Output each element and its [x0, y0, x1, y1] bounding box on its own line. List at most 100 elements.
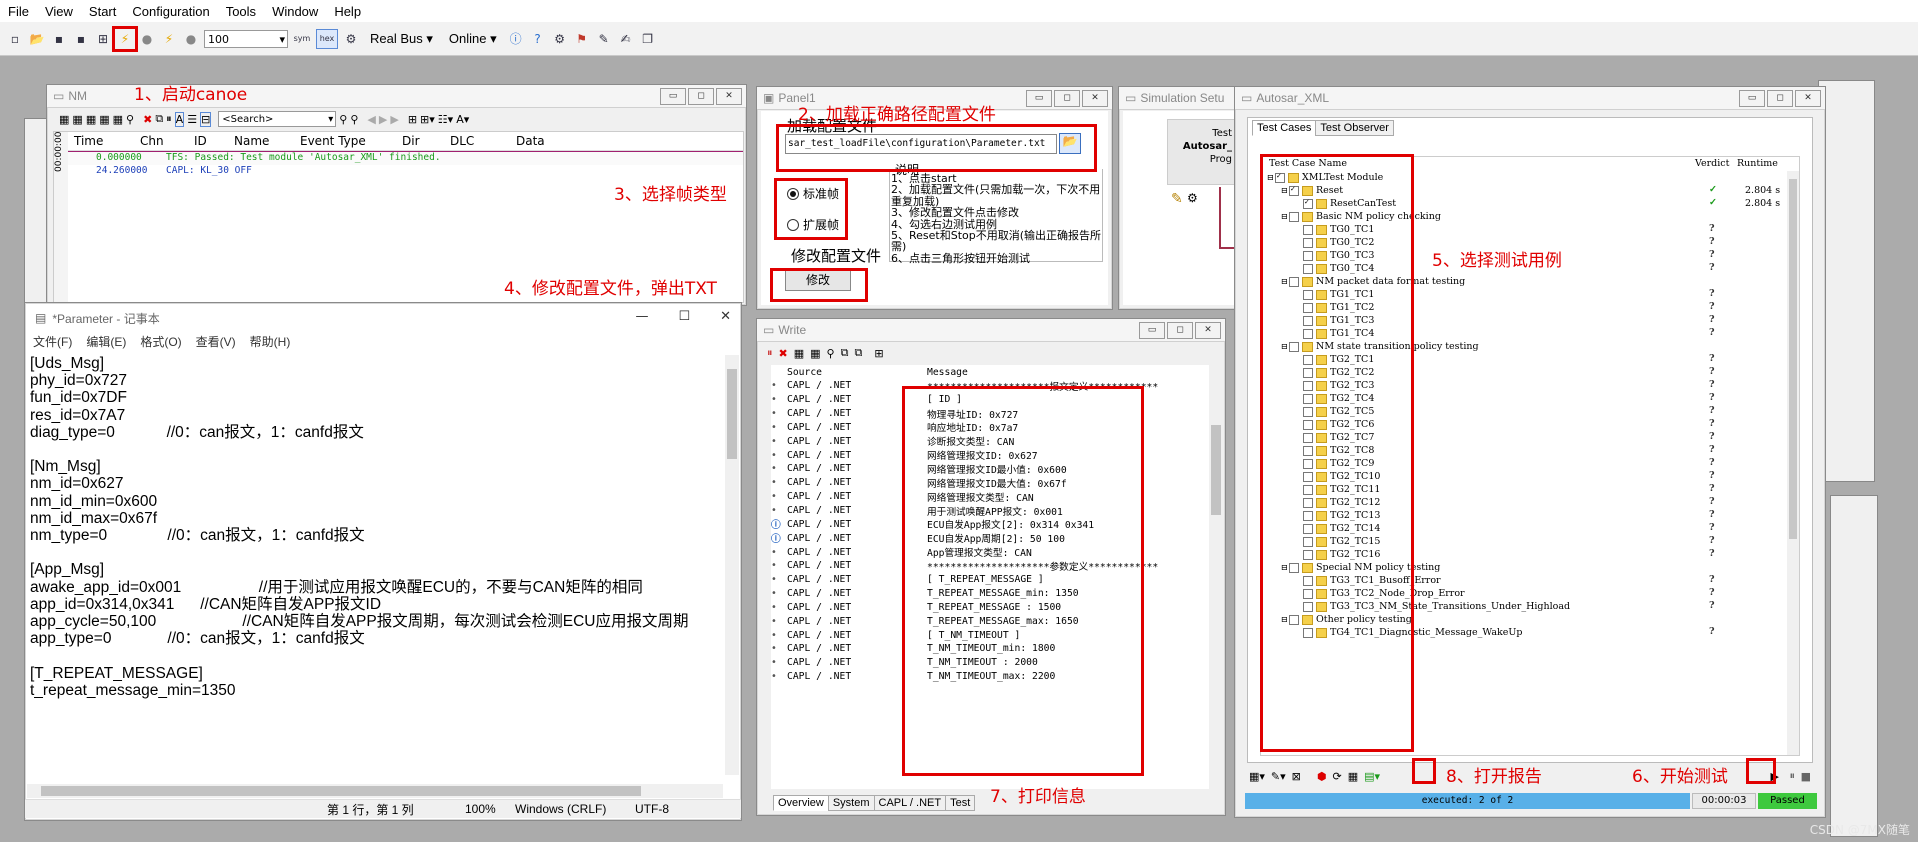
clear-icon[interactable]: ▦	[1348, 770, 1358, 783]
binoculars-icon[interactable]: ⚲	[126, 113, 134, 126]
filter-icon[interactable]: ▦▾	[1249, 770, 1265, 783]
copy-icon[interactable]: ⧉	[155, 112, 163, 126]
delete-icon[interactable]: ✖	[779, 347, 788, 360]
menu-item-view[interactable]: View	[37, 4, 81, 19]
search-input[interactable]: <Search> ▾	[218, 111, 337, 127]
pause-icon[interactable]: ⏸	[767, 346, 773, 360]
binoculars-icon[interactable]: ⚲	[827, 347, 835, 360]
filter-icon[interactable]: ▦	[86, 113, 96, 126]
close-button[interactable]: ✕	[1082, 90, 1108, 107]
nm-col-name[interactable]: Name	[228, 134, 294, 148]
find-prev-icon[interactable]: ⚲	[350, 113, 358, 126]
notepad-menu-item[interactable]: 文件(F)	[33, 333, 72, 351]
window-icon[interactable]: ❐	[639, 30, 657, 48]
start-lightning-button[interactable]: ⚡	[112, 25, 138, 52]
stop-icon[interactable]: ●	[138, 30, 156, 48]
close-button[interactable]: ✕	[1195, 322, 1221, 339]
filter-icon[interactable]: ▦	[113, 113, 123, 126]
font-icon[interactable]: A▾	[456, 113, 469, 126]
nm-col-dir[interactable]: Dir	[396, 134, 444, 148]
filter-icon[interactable]: ▦	[59, 113, 69, 126]
edit-icon[interactable]: ✍	[617, 30, 635, 48]
stop-test-button[interactable]: ■	[1801, 770, 1811, 783]
hex-button[interactable]: hex	[316, 28, 338, 49]
nm-col-id[interactable]: ID	[188, 134, 228, 148]
minimize-button[interactable]: ▭	[1026, 90, 1052, 107]
write-tab[interactable]: Test	[945, 795, 976, 811]
notepad-menu-item[interactable]: 查看(V)	[196, 333, 236, 351]
step-lightning-icon[interactable]: ⚡	[160, 30, 178, 48]
save-all-icon[interactable]: ▪	[72, 30, 90, 48]
layout-icon[interactable]: ⊞	[408, 113, 417, 126]
close-button[interactable]: ✕	[720, 309, 731, 324]
maximize-button[interactable]: ◻	[688, 88, 714, 105]
clear-icon[interactable]: ▦	[794, 347, 804, 360]
gear-icon[interactable]: ⚙	[551, 30, 569, 48]
refresh-icon[interactable]: ⟳	[1333, 770, 1342, 783]
columns-icon[interactable]: ☷▾	[438, 113, 453, 126]
menu-item-tools[interactable]: Tools	[218, 4, 264, 19]
sym-button[interactable]: sym	[292, 30, 312, 48]
write-tab[interactable]: CAPL / .NET	[873, 795, 947, 811]
maximize-button[interactable]: ◻	[1054, 90, 1080, 107]
pause-test-button[interactable]: ⏸	[1790, 769, 1796, 783]
info-icon[interactable]: ⓘ	[507, 30, 525, 48]
record-icon[interactable]: ●	[182, 30, 200, 48]
brush-icon[interactable]: ✎	[595, 30, 613, 48]
nm-col-time[interactable]: Time	[68, 134, 134, 148]
overwrite-icon[interactable]: ⊟	[200, 111, 212, 127]
online-mode-dropdown[interactable]: Online ▾	[443, 31, 503, 47]
menu-item-help[interactable]: Help	[326, 4, 369, 19]
detail-icon[interactable]: ☰	[187, 113, 197, 126]
delete-icon[interactable]: ✖	[143, 113, 152, 126]
write-tab[interactable]: System	[827, 795, 875, 811]
filter-icon[interactable]: ▦	[99, 113, 109, 126]
abs-time-icon[interactable]: A	[174, 111, 185, 127]
write-vscroll[interactable]	[1209, 365, 1223, 789]
marker-icon[interactable]: ▶	[390, 113, 398, 126]
notepad-content[interactable]: [Uds_Msg] phy_id=0x727 fun_id=0x7DF res_…	[30, 355, 721, 775]
notepad-menu-item[interactable]: 格式(O)	[140, 333, 181, 351]
maximize-button[interactable]: ◻	[1767, 90, 1793, 107]
nm-col-dlc[interactable]: DLC	[444, 134, 510, 148]
xml-tab[interactable]: Test Observer	[1315, 120, 1394, 136]
pause-icon[interactable]: ⏸	[166, 112, 172, 126]
find-next-icon[interactable]: ⚲	[339, 113, 347, 126]
node-config-icon[interactable]: ⚙	[1187, 191, 1198, 205]
menu-item-window[interactable]: Window	[264, 4, 326, 19]
open-report-button[interactable]: ▤▾	[1364, 770, 1380, 783]
notepad-hscroll[interactable]	[27, 784, 723, 798]
zoom-combo[interactable]: 100 ▾	[204, 29, 288, 48]
menu-item-file[interactable]: File	[0, 4, 37, 19]
minimize-button[interactable]: —	[635, 309, 648, 324]
write-tab[interactable]: Overview	[773, 795, 829, 811]
filter-icon[interactable]: ▦	[72, 113, 82, 126]
nm-col-data[interactable]: Data	[510, 134, 596, 148]
bus-mode-dropdown[interactable]: Real Bus ▾	[364, 31, 439, 47]
copy-icon[interactable]: ⧉	[841, 346, 849, 360]
nm-col-event-type[interactable]: Event Type	[294, 134, 396, 148]
minimize-button[interactable]: ▭	[1739, 90, 1765, 107]
close-button[interactable]: ✕	[716, 88, 742, 105]
trace-row[interactable]: 24.260000 CAPL: KL_30 OFF	[68, 165, 743, 178]
network-icon[interactable]: ⊞	[94, 30, 112, 48]
trace-row[interactable]: 0.000000 TFS: Passed: Test module 'Autosa…	[68, 151, 743, 165]
edit-icon[interactable]: ✎▾	[1271, 770, 1286, 783]
menu-item-start[interactable]: Start	[81, 4, 124, 19]
stop-sign-icon[interactable]: ⬢	[1317, 770, 1327, 783]
tree-vscroll[interactable]	[1787, 171, 1799, 755]
close-button[interactable]: ✕	[1795, 90, 1821, 107]
copy-icon[interactable]: ▦	[810, 347, 820, 360]
notepad-vscroll[interactable]	[725, 355, 739, 775]
export-icon[interactable]: ⊠	[1292, 770, 1301, 783]
notepad-menu-item[interactable]: 帮助(H)	[250, 333, 291, 351]
new-icon[interactable]: ▫	[6, 30, 24, 48]
save-icon[interactable]: ▪	[50, 30, 68, 48]
forward-icon[interactable]: ▶	[379, 113, 387, 126]
notepad-menu-item[interactable]: 编辑(E)	[86, 333, 126, 351]
maximize-button[interactable]: ◻	[1167, 322, 1193, 339]
menu-item-configuration[interactable]: Configuration	[124, 4, 217, 19]
nm-col-chn[interactable]: Chn	[134, 134, 188, 148]
back-icon[interactable]: ◀	[367, 113, 375, 126]
maximize-button[interactable]: ☐	[678, 309, 690, 324]
